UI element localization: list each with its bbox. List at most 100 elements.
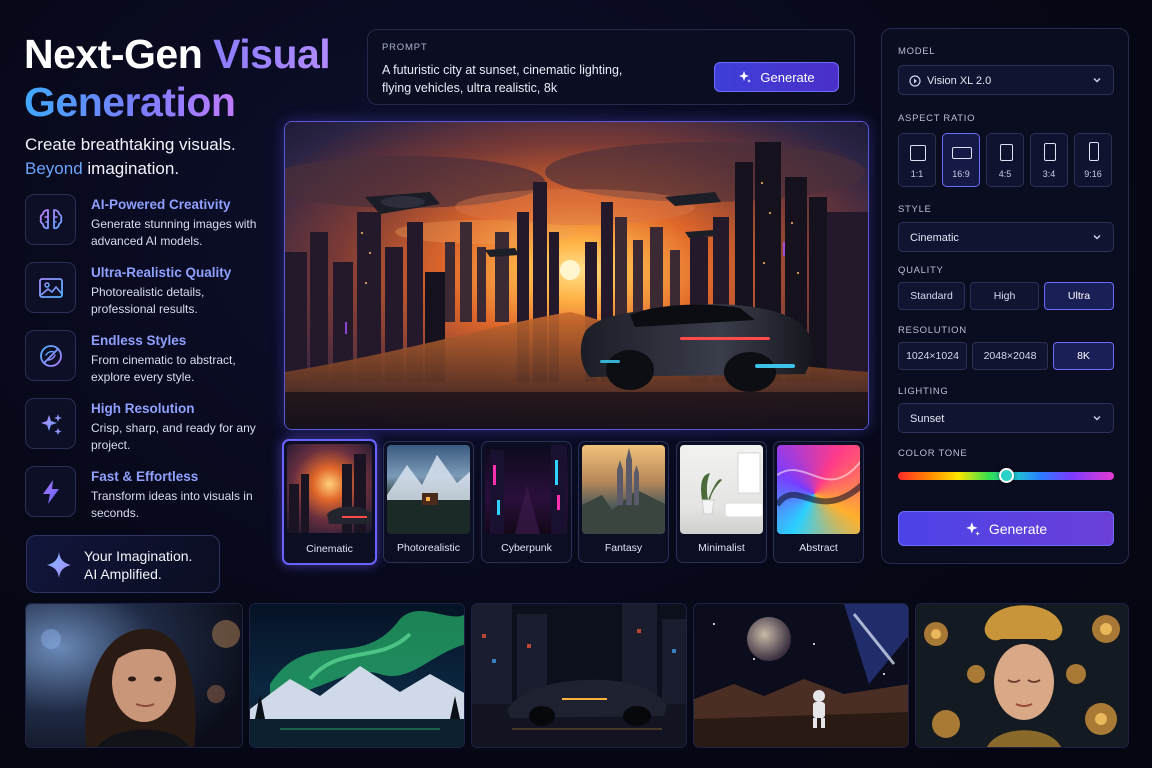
thumb-label: Abstract bbox=[799, 542, 838, 554]
quality-ultra[interactable]: Ultra bbox=[1044, 282, 1114, 310]
model-icon bbox=[909, 75, 921, 87]
prompt-label: PROMPT bbox=[382, 42, 428, 53]
style-thumb-cinematic[interactable]: Cinematic bbox=[282, 439, 377, 565]
settings-panel: MODEL Vision XL 2.0 ASPECT RATIO 1:1 16:… bbox=[881, 28, 1129, 564]
thumb-label: Fantasy bbox=[604, 542, 643, 554]
prompt-input[interactable]: A futuristic city at sunset, cinematic l… bbox=[382, 61, 642, 97]
style-thumb-fantasy[interactable]: Fantasy bbox=[578, 441, 669, 563]
image-icon bbox=[25, 262, 76, 313]
thumb-image bbox=[777, 445, 860, 534]
tagline-line2: AI Amplified. bbox=[84, 566, 162, 582]
gallery-image bbox=[916, 604, 1128, 747]
aspect-1-1[interactable]: 1:1 bbox=[898, 133, 936, 187]
sparkles-icon bbox=[25, 398, 76, 449]
aspect-shape bbox=[910, 145, 926, 161]
feature-fast-effortless: Fast & Effortless Transform ideas into v… bbox=[25, 466, 275, 520]
gallery-image bbox=[472, 604, 686, 747]
hero-subtitle-rest: imagination. bbox=[82, 159, 180, 178]
aspect-shape bbox=[952, 147, 972, 159]
feature-desc: Generate stunning images with advanced A… bbox=[91, 217, 257, 248]
thumb-image bbox=[287, 444, 372, 533]
chevron-down-icon bbox=[1093, 235, 1101, 240]
sparkle-icon bbox=[739, 71, 752, 83]
aspect-shape bbox=[1044, 143, 1056, 161]
thumb-image bbox=[680, 445, 763, 534]
aspect-label: 4:5 bbox=[998, 169, 1012, 179]
sparkle-icon bbox=[965, 521, 980, 536]
hero-title: Next-Gen Visual Generation bbox=[24, 30, 354, 126]
model-select[interactable]: Vision XL 2.0 bbox=[898, 65, 1114, 95]
hero-title-line2: Generation bbox=[24, 79, 236, 125]
thumb-image bbox=[485, 445, 568, 534]
gallery-aurora[interactable] bbox=[249, 603, 465, 748]
quality-standard[interactable]: Standard bbox=[898, 282, 965, 310]
panel-generate-button[interactable]: Generate bbox=[898, 511, 1114, 546]
tagline-line1: Your Imagination. bbox=[84, 548, 193, 564]
feature-desc: Transform ideas into visuals in seconds. bbox=[91, 489, 253, 520]
feature-title: AI-Powered Creativity bbox=[91, 197, 231, 212]
thumb-image bbox=[387, 445, 470, 534]
feature-title: Ultra-Realistic Quality bbox=[91, 265, 232, 280]
aspect-4-5[interactable]: 4:5 bbox=[986, 133, 1024, 187]
aspect-label: 3:4 bbox=[1042, 169, 1056, 179]
generate-button[interactable]: Generate bbox=[714, 62, 839, 92]
color-tone-label: COLOR TONE bbox=[898, 448, 968, 459]
generated-image[interactable] bbox=[284, 121, 869, 430]
style-select[interactable]: Cinematic bbox=[898, 222, 1114, 252]
thumb-label: Cyberpunk bbox=[501, 542, 552, 554]
gallery-space-astronaut[interactable] bbox=[693, 603, 909, 748]
prompt-box[interactable]: PROMPT A futuristic city at sunset, cine… bbox=[367, 29, 855, 105]
thumb-label: Minimalist bbox=[698, 542, 745, 554]
feature-ultra-realistic: Ultra-Realistic Quality Photorealistic d… bbox=[25, 262, 275, 316]
lighting-value: Sunset bbox=[910, 413, 945, 425]
style-label: STYLE bbox=[898, 204, 932, 215]
resolution-1024[interactable]: 1024×1024 bbox=[898, 342, 967, 370]
feature-title: Endless Styles bbox=[91, 333, 187, 348]
gallery-golden-flowers[interactable] bbox=[915, 603, 1129, 748]
lighting-select[interactable]: Sunset bbox=[898, 403, 1114, 433]
aspect-label: 16:9 bbox=[952, 169, 970, 179]
style-thumb-minimalist[interactable]: Minimalist bbox=[676, 441, 767, 563]
aspect-9-16[interactable]: 9:16 bbox=[1074, 133, 1112, 187]
color-tone-handle[interactable] bbox=[998, 468, 1014, 483]
brain-icon bbox=[25, 194, 76, 245]
thumb-image bbox=[582, 445, 665, 534]
feature-desc: Photorealistic details, professional res… bbox=[91, 285, 205, 316]
gallery-sports-car[interactable] bbox=[471, 603, 687, 748]
generate-button-label: Generate bbox=[760, 69, 815, 85]
hero-subtitle-accent: Beyond bbox=[25, 159, 83, 178]
gallery-portrait-woman[interactable] bbox=[25, 603, 243, 748]
aspect-ratio-label: ASPECT RATIO bbox=[898, 113, 976, 124]
aspect-shape bbox=[1089, 142, 1099, 161]
aspect-3-4[interactable]: 3:4 bbox=[1030, 133, 1068, 187]
lighting-label: LIGHTING bbox=[898, 386, 949, 397]
quality-high[interactable]: High bbox=[970, 282, 1039, 310]
aspect-label: 9:16 bbox=[1084, 169, 1102, 179]
quality-label: QUALITY bbox=[898, 265, 944, 276]
tagline-card: Your Imagination. AI Amplified. bbox=[26, 535, 220, 593]
gallery-image bbox=[250, 604, 464, 747]
aspect-shape bbox=[1000, 144, 1013, 161]
style-thumb-abstract[interactable]: Abstract bbox=[773, 441, 864, 563]
resolution-2048[interactable]: 2048×2048 bbox=[972, 342, 1048, 370]
aspect-16-9[interactable]: 16:9 bbox=[942, 133, 980, 187]
chevron-down-icon bbox=[1093, 416, 1101, 421]
style-thumb-cyberpunk[interactable]: Cyberpunk bbox=[481, 441, 572, 563]
hero-title-part: Next-Gen bbox=[24, 31, 214, 77]
style-value: Cinematic bbox=[910, 232, 959, 244]
resolution-label: RESOLUTION bbox=[898, 325, 967, 336]
feature-ai-creativity: AI-Powered Creativity Generate stunning … bbox=[25, 194, 275, 248]
style-thumb-photorealistic[interactable]: Photorealistic bbox=[383, 441, 474, 563]
aspect-label: 1:1 bbox=[910, 169, 924, 179]
feature-title: High Resolution bbox=[91, 401, 195, 416]
thumb-label: Photorealistic bbox=[396, 542, 461, 554]
gallery-image bbox=[694, 604, 908, 747]
feature-endless-styles: Endless Styles From cinematic to abstrac… bbox=[25, 330, 275, 384]
model-value: Vision XL 2.0 bbox=[927, 75, 992, 87]
hero-title-accent: Visual bbox=[213, 31, 331, 77]
resolution-8k[interactable]: 8K bbox=[1053, 342, 1114, 370]
model-label: MODEL bbox=[898, 46, 936, 57]
feature-desc: Crisp, sharp, and ready for any project. bbox=[91, 421, 256, 452]
gallery-image bbox=[26, 604, 242, 747]
city-sunset-illustration bbox=[285, 122, 868, 429]
